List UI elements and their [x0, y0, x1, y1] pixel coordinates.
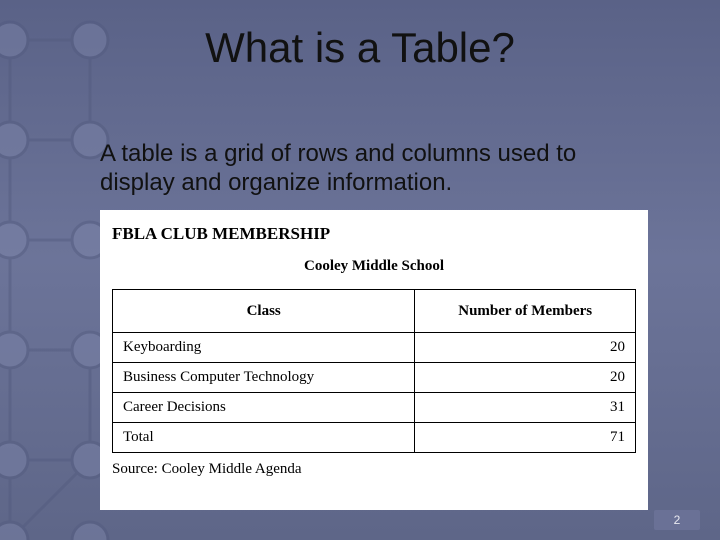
- page-number: 2: [654, 510, 700, 530]
- table-row: Career Decisions 31: [113, 393, 636, 423]
- table-cell-members: 20: [415, 333, 636, 363]
- example-panel: FBLA CLUB MEMBERSHIP Cooley Middle Schoo…: [100, 210, 648, 510]
- slide-title: What is a Table?: [0, 24, 720, 72]
- table-row: Business Computer Technology 20: [113, 363, 636, 393]
- table-cell-members: 20: [415, 363, 636, 393]
- table-header-class: Class: [113, 290, 415, 333]
- table-cell-class: Business Computer Technology: [113, 363, 415, 393]
- table-cell-members: 31: [415, 393, 636, 423]
- table-row: Total 71: [113, 423, 636, 453]
- example-table: Class Number of Members Keyboarding 20 B…: [112, 289, 636, 453]
- table-cell-class: Keyboarding: [113, 333, 415, 363]
- slide-body-text: A table is a grid of rows and columns us…: [100, 140, 640, 198]
- table-cell-class: Career Decisions: [113, 393, 415, 423]
- table-row: Keyboarding 20: [113, 333, 636, 363]
- table-cell-class: Total: [113, 423, 415, 453]
- example-heading: FBLA CLUB MEMBERSHIP: [112, 224, 636, 244]
- table-cell-members: 71: [415, 423, 636, 453]
- table-header-row: Class Number of Members: [113, 290, 636, 333]
- example-subheading: Cooley Middle School: [112, 258, 636, 275]
- table-header-members: Number of Members: [415, 290, 636, 333]
- slide: What is a Table? A table is a grid of ro…: [0, 0, 720, 540]
- example-source: Source: Cooley Middle Agenda: [112, 461, 636, 478]
